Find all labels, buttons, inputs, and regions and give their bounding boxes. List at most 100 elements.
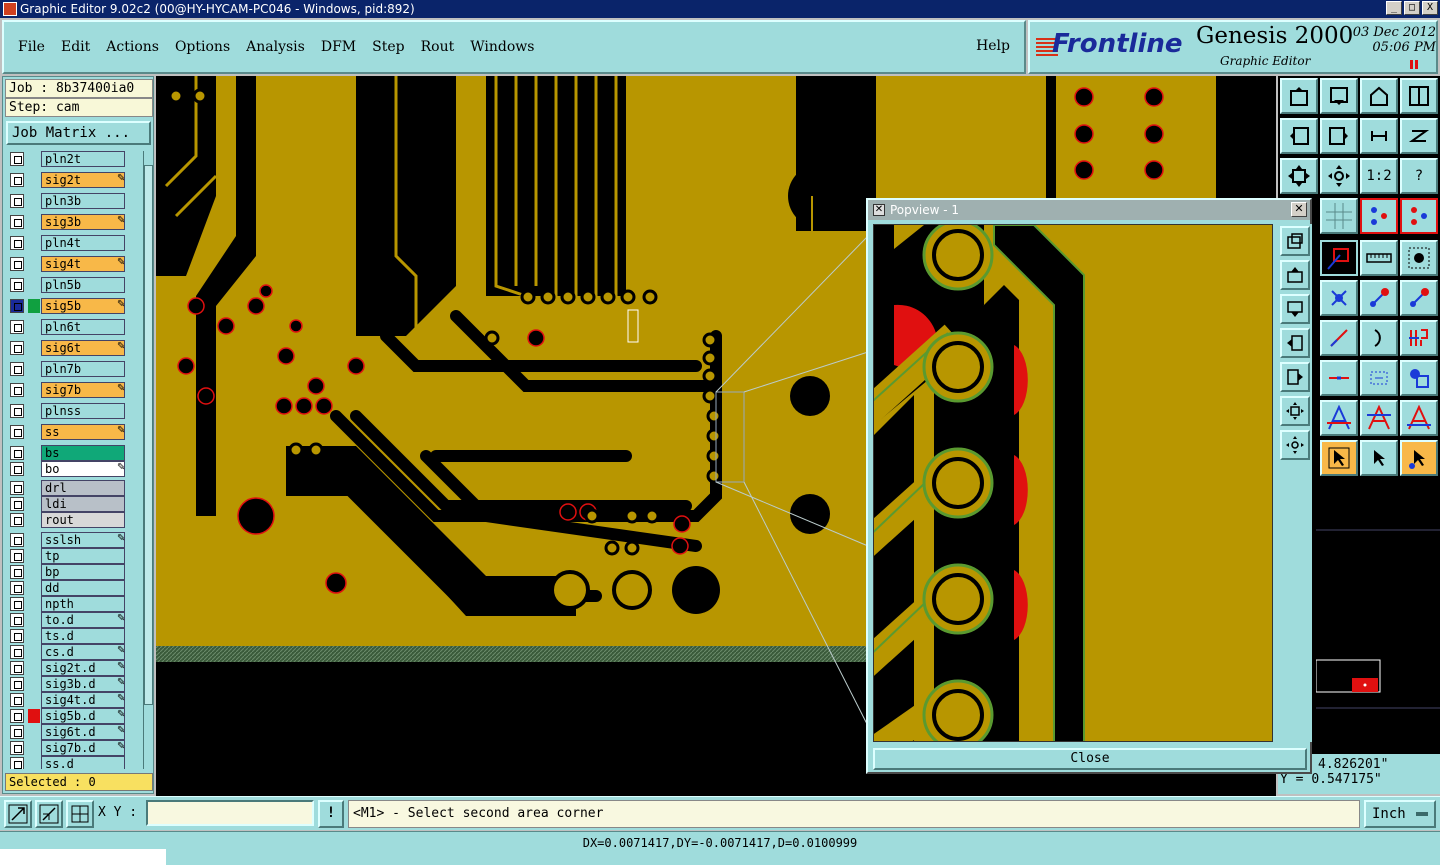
text-b-icon[interactable] xyxy=(1360,400,1398,436)
popview-down-icon[interactable] xyxy=(1280,294,1310,324)
layer-checkbox[interactable] xyxy=(10,425,24,439)
layer-checkbox[interactable] xyxy=(10,613,24,627)
layer-checkbox[interactable] xyxy=(10,320,24,334)
parallel-tool-icon[interactable] xyxy=(1400,320,1438,356)
layer-name[interactable]: sig7b.d xyxy=(41,740,125,756)
layer-name[interactable]: sig6t xyxy=(41,340,125,356)
layer-row-bp[interactable]: bp xyxy=(6,564,142,580)
layer-checkbox[interactable] xyxy=(10,693,24,707)
layer-name[interactable]: bp xyxy=(41,564,125,580)
layer-row-sig7b[interactable]: sig7b ✎ xyxy=(6,382,142,398)
arc-tool-icon[interactable] xyxy=(1360,320,1398,356)
grid-icon[interactable] xyxy=(1320,198,1358,234)
layer-name[interactable]: cs.d xyxy=(41,644,125,660)
popview-right-icon[interactable] xyxy=(1280,362,1310,392)
layer-checkbox[interactable] xyxy=(10,757,24,769)
menu-step[interactable]: Step xyxy=(372,39,404,55)
popview-zoom-icon[interactable] xyxy=(1280,226,1310,256)
layer-checkbox[interactable] xyxy=(10,362,24,376)
window-split-icon[interactable] xyxy=(1400,78,1438,114)
select-pad-icon[interactable] xyxy=(1400,240,1438,276)
layer-row-cs-d[interactable]: cs.d ✎ xyxy=(6,644,142,660)
xy-input[interactable] xyxy=(146,800,314,826)
layer-checkbox[interactable] xyxy=(10,173,24,187)
layer-row-ts-d[interactable]: ts.d xyxy=(6,628,142,644)
maximize-button[interactable]: □ xyxy=(1404,1,1420,15)
text-a-icon[interactable] xyxy=(1320,400,1358,436)
redraw-icon[interactable] xyxy=(1400,118,1438,154)
menu-file[interactable]: File xyxy=(18,39,45,55)
layer-name[interactable]: to.d xyxy=(41,612,125,628)
abort-button[interactable]: ! xyxy=(318,800,344,828)
layer-row-pln4t[interactable]: pln4t xyxy=(6,235,142,251)
snap-alt-icon[interactable] xyxy=(1400,198,1438,234)
scroll-thumb[interactable] xyxy=(144,165,153,705)
layer-row-ss[interactable]: ss ✎ xyxy=(6,424,142,440)
layer-scrollbar[interactable] xyxy=(143,151,153,769)
layer-row-sig3b-d[interactable]: sig3b.d ✎ xyxy=(6,676,142,692)
layer-checkbox[interactable] xyxy=(10,581,24,595)
popview-fit-icon[interactable] xyxy=(1280,396,1310,426)
layer-name[interactable]: pln6t xyxy=(41,319,125,335)
layer-name[interactable]: sig2t xyxy=(41,172,125,188)
close-button[interactable]: X xyxy=(1422,1,1438,15)
layer-name[interactable]: ss.d xyxy=(41,756,125,769)
menu-dfm[interactable]: DFM xyxy=(321,39,356,55)
pause-icon[interactable] xyxy=(1410,60,1418,69)
zoom-center-icon[interactable] xyxy=(1320,158,1358,194)
menu-help[interactable]: Help xyxy=(976,38,1010,54)
layer-name[interactable]: sig3b xyxy=(41,214,125,230)
layer-name[interactable]: dd xyxy=(41,580,125,596)
layer-checkbox[interactable] xyxy=(10,549,24,563)
layer-row-pln2t[interactable]: pln2t xyxy=(6,151,142,167)
layer-checkbox[interactable] xyxy=(10,565,24,579)
layer-name[interactable]: drl xyxy=(41,480,125,496)
measure-icon[interactable] xyxy=(1360,360,1398,396)
layer-name[interactable]: bs xyxy=(41,445,125,461)
layer-row-sig2t[interactable]: sig2t ✎ xyxy=(6,172,142,188)
layer-name[interactable]: rout xyxy=(41,512,125,528)
select-pointer-alt-icon[interactable] xyxy=(1360,440,1398,476)
layer-name[interactable]: plnss xyxy=(41,403,125,419)
menu-options[interactable]: Options xyxy=(175,39,230,55)
line-tool-icon[interactable] xyxy=(1320,320,1358,356)
layer-row-sig3b[interactable]: sig3b ✎ xyxy=(6,214,142,230)
layer-checkbox[interactable] xyxy=(10,462,24,476)
measure-mode-icon[interactable] xyxy=(35,800,63,828)
layer-row-to-d[interactable]: to.d ✎ xyxy=(6,612,142,628)
layer-checkbox[interactable] xyxy=(10,629,24,643)
menu-windows[interactable]: Windows xyxy=(470,39,534,55)
unit-selector[interactable]: Inch xyxy=(1364,800,1436,828)
popview-canvas[interactable] xyxy=(873,224,1273,742)
layer-checkbox[interactable] xyxy=(10,661,24,675)
layer-row-sig5b[interactable]: sig5b ✎ xyxy=(6,298,142,314)
layer-checkbox[interactable] xyxy=(10,215,24,229)
layer-row-plnss[interactable]: plnss xyxy=(6,403,142,419)
layer-checkbox[interactable] xyxy=(10,341,24,355)
layer-row-npth[interactable]: npth xyxy=(6,596,142,612)
zoom-top-icon[interactable] xyxy=(1280,78,1318,114)
layer-name[interactable]: sig5b.d xyxy=(41,708,125,724)
menu-actions[interactable]: Actions xyxy=(106,39,159,55)
popview-menu-icon[interactable]: ✕ xyxy=(873,204,885,216)
layer-row-sslsh[interactable]: sslsh ✎ xyxy=(6,532,142,548)
layer-row-pln5b[interactable]: pln5b xyxy=(6,277,142,293)
select-pointer-icon[interactable] xyxy=(1320,440,1358,476)
layer-name[interactable]: sig7b xyxy=(41,382,125,398)
layer-checkbox[interactable] xyxy=(10,299,24,313)
layer-name[interactable]: ss xyxy=(41,424,125,440)
layer-checkbox[interactable] xyxy=(10,497,24,511)
popview-left-icon[interactable] xyxy=(1280,328,1310,358)
menu-edit[interactable]: Edit xyxy=(61,39,90,55)
layer-row-sig4t-d[interactable]: sig4t.d ✎ xyxy=(6,692,142,708)
zoom-bottom-icon[interactable] xyxy=(1320,78,1358,114)
menu-rout[interactable]: Rout xyxy=(421,39,455,55)
layer-name[interactable]: sig2t.d xyxy=(41,660,125,676)
layer-row-sig6t-d[interactable]: sig6t.d ✎ xyxy=(6,724,142,740)
layer-checkbox[interactable] xyxy=(10,709,24,723)
layer-checkbox[interactable] xyxy=(10,278,24,292)
pan-left-icon[interactable] xyxy=(1280,118,1318,154)
zoom-fit-icon[interactable] xyxy=(1280,158,1318,194)
layer-checkbox[interactable] xyxy=(10,645,24,659)
grid-mode-icon[interactable] xyxy=(66,800,94,828)
